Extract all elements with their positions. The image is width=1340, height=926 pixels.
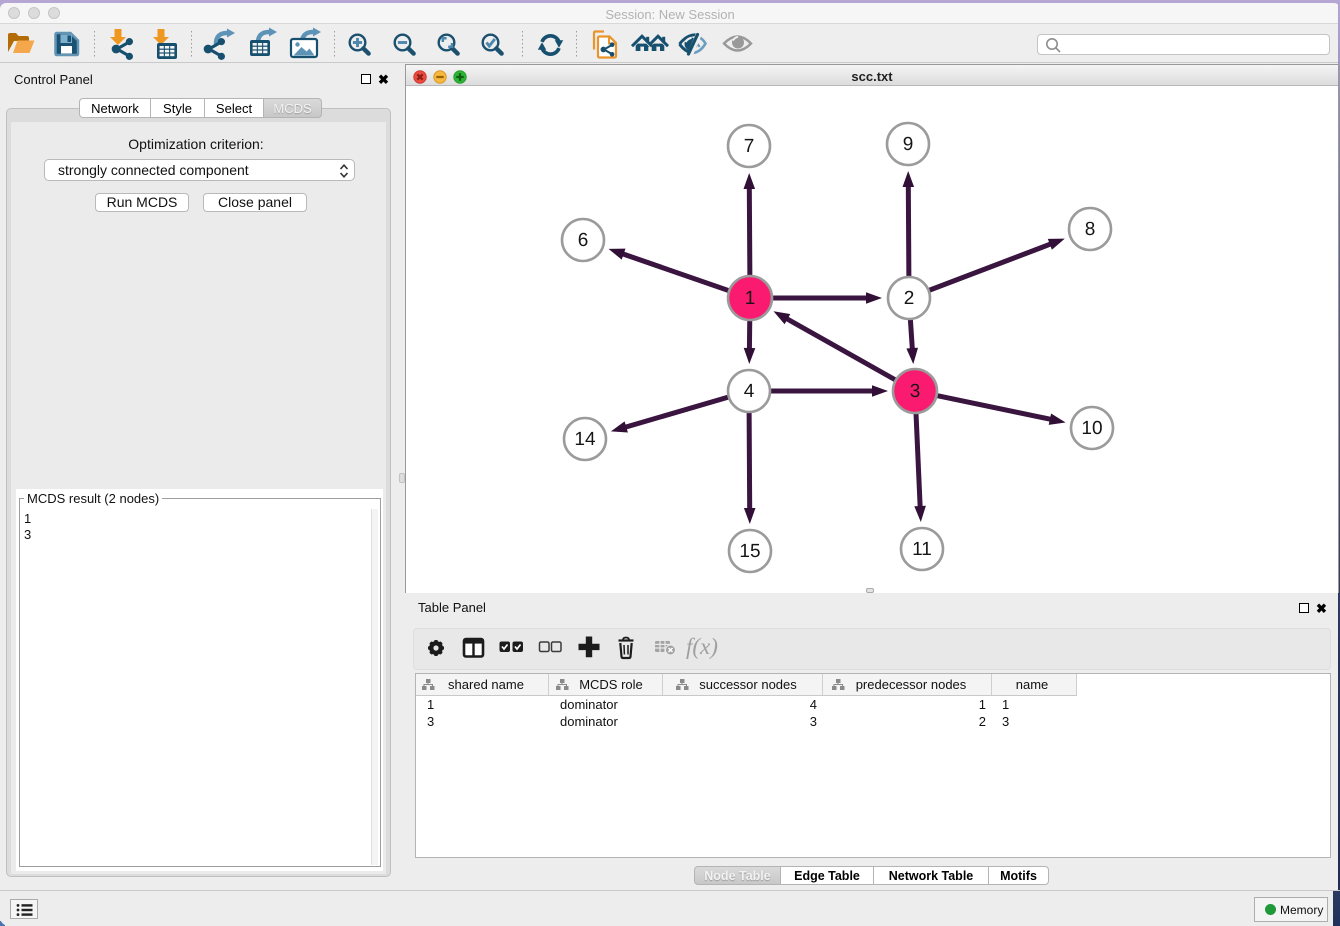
- svg-text:3: 3: [810, 714, 817, 729]
- svg-text:shared name: shared name: [448, 677, 524, 692]
- svg-text:6: 6: [578, 230, 589, 251]
- svg-text:1: 1: [745, 288, 756, 309]
- svg-text:7: 7: [744, 136, 755, 157]
- svg-text:1: 1: [1002, 697, 1009, 712]
- svg-text:2: 2: [904, 288, 915, 309]
- svg-text:9: 9: [903, 134, 914, 155]
- svg-text:8: 8: [1085, 219, 1096, 240]
- svg-text:1: 1: [979, 697, 986, 712]
- svg-text:MCDS role: MCDS role: [579, 677, 643, 692]
- svg-text:f(x): f(x): [686, 634, 718, 659]
- svg-text:successor nodes: successor nodes: [699, 677, 797, 692]
- svg-text:1: 1: [427, 697, 434, 712]
- svg-text:Memory: Memory: [1280, 903, 1323, 917]
- svg-text:14: 14: [574, 429, 596, 450]
- svg-text:3: 3: [427, 714, 434, 729]
- svg-text:dominator: dominator: [560, 714, 618, 729]
- svg-text:3: 3: [1002, 714, 1009, 729]
- svg-text:15: 15: [739, 541, 760, 562]
- svg-text:4: 4: [744, 381, 755, 402]
- svg-text:4: 4: [810, 697, 817, 712]
- svg-text:2: 2: [979, 714, 986, 729]
- svg-text:dominator: dominator: [560, 697, 618, 712]
- svg-text:3: 3: [910, 381, 921, 402]
- svg-text:predecessor nodes: predecessor nodes: [856, 677, 967, 692]
- svg-text:name: name: [1016, 677, 1049, 692]
- svg-text:10: 10: [1081, 418, 1102, 439]
- svg-text:11: 11: [912, 539, 932, 560]
